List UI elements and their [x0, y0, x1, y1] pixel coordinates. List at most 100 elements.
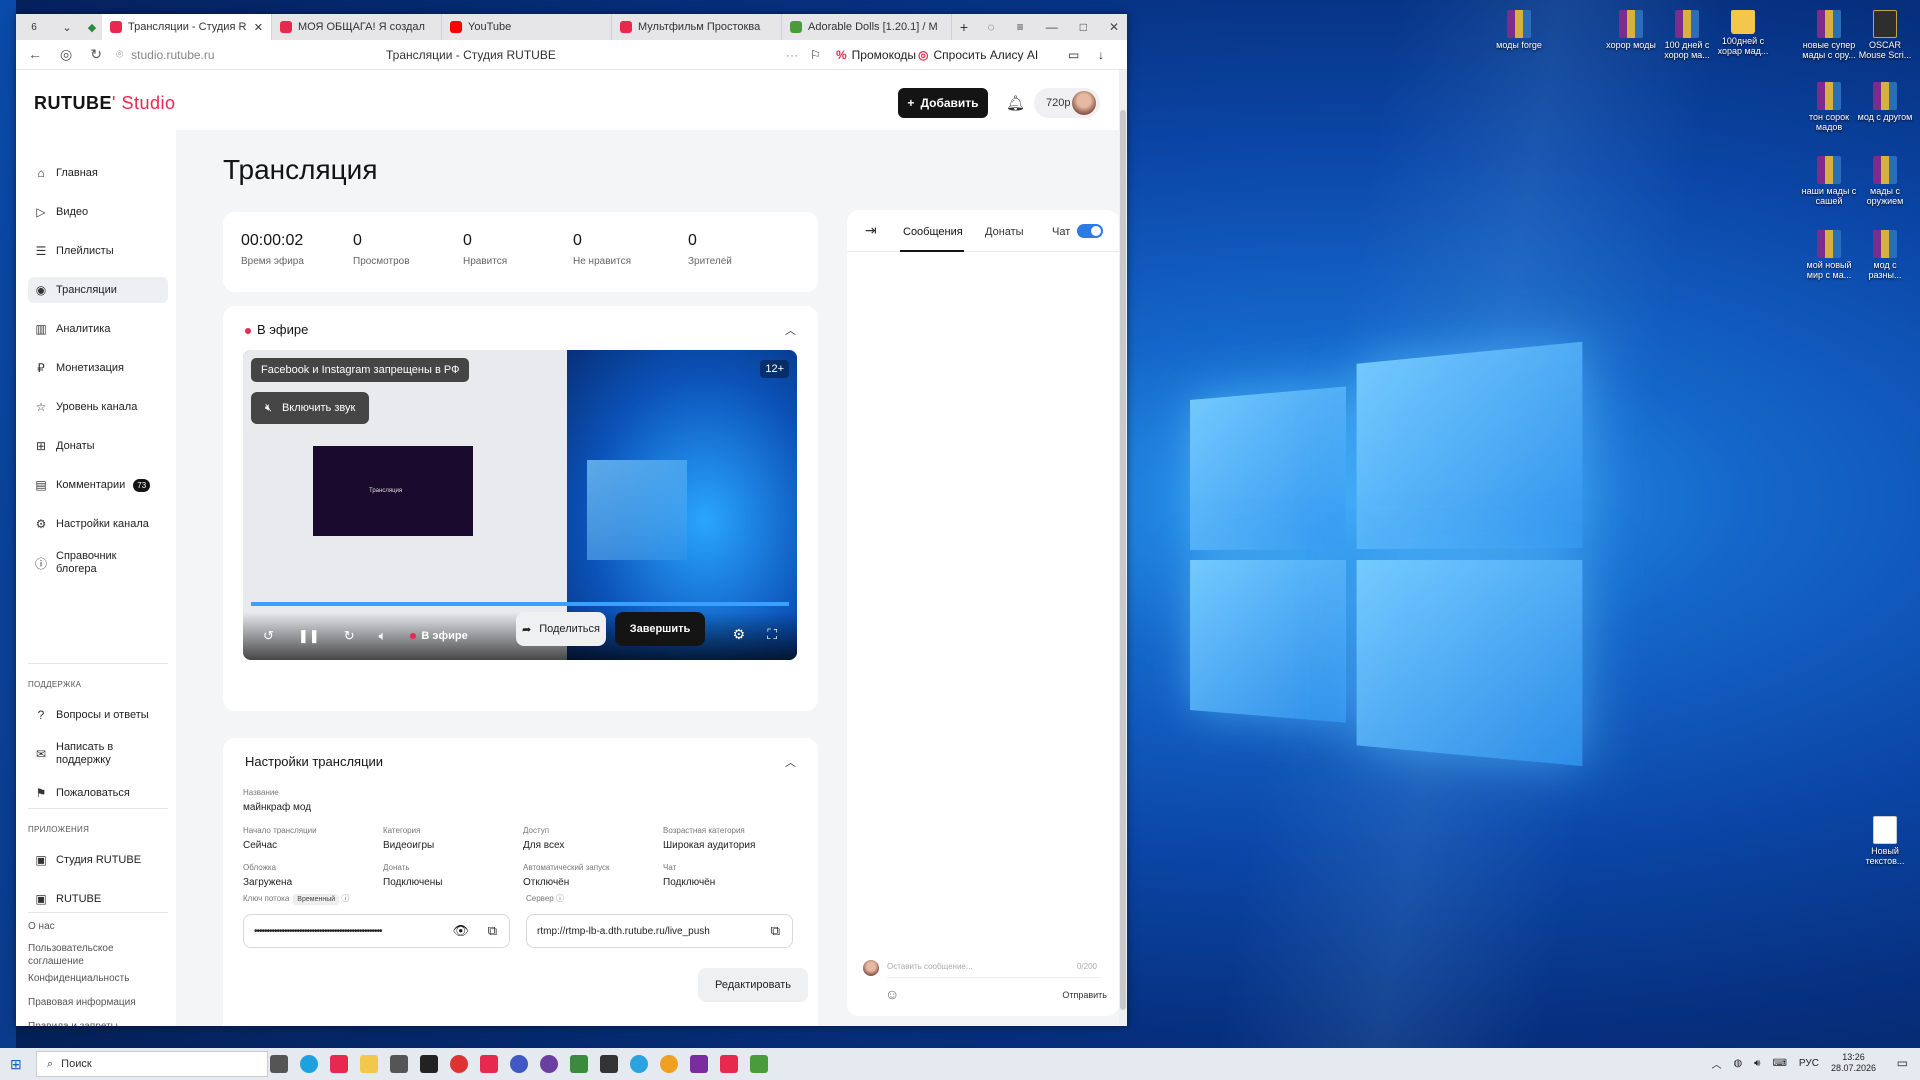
download-icon[interactable]: ↓ [1098, 45, 1104, 65]
mail-icon[interactable] [390, 1055, 408, 1073]
maximize-icon[interactable]: □ [1080, 20, 1087, 34]
desktop-icon[interactable]: наши мады с сашей [1800, 156, 1858, 206]
sidebar-item[interactable]: ▤ Комментарии 73 [28, 472, 168, 498]
app-icon[interactable] [420, 1055, 438, 1073]
browser-tab[interactable]: Мультфильм Простоквa [612, 14, 782, 40]
copy-icon[interactable]: ⧉ [488, 923, 497, 939]
sidebar-item[interactable]: ⓘ Справочник блогера [28, 550, 168, 576]
tab-donates[interactable]: Донаты [985, 226, 1024, 238]
chat-toggle[interactable] [1077, 224, 1103, 238]
sidebar-item[interactable]: ☰ Плейлисты [28, 238, 168, 264]
desktop-icon[interactable]: OSCAR Mouse Scri... [1856, 10, 1914, 60]
taskbar-search[interactable]: ⌕ Поиск [36, 1051, 268, 1077]
sidebar-item[interactable]: ▣ RUTUBE [28, 886, 168, 912]
shield-icon[interactable]: ◆ [82, 21, 102, 34]
sidebar-item[interactable]: ◉ Трансляции [28, 277, 168, 303]
clock[interactable]: 13:26 28.07.2026 [1831, 1052, 1876, 1074]
lang-indicator[interactable]: РУС [1799, 1058, 1819, 1069]
footer-link[interactable]: Правила и запреты [28, 1020, 148, 1026]
yandex-browser-icon[interactable] [480, 1055, 498, 1073]
task-view-icon[interactable] [270, 1055, 288, 1073]
footer-link[interactable]: Правовая информация [28, 996, 148, 1009]
edge-icon[interactable] [300, 1055, 318, 1073]
fullscreen-icon[interactable]: ⛶ [767, 626, 777, 643]
rutube-studio-logo[interactable]: RUTUBE' Studio [34, 93, 176, 114]
chrome-icon[interactable] [660, 1055, 678, 1073]
pause-icon[interactable]: ❚❚ [298, 628, 320, 644]
desktop-icon[interactable]: 100дней с хорар мад... [1714, 10, 1772, 56]
stream-key-input[interactable]: ••••••••••••••••••••••••••••••••••••••••… [243, 914, 510, 948]
telegram-icon[interactable] [630, 1055, 648, 1073]
bookmark-icon[interactable]: ⚐ [810, 45, 821, 65]
desktop-icon[interactable]: мод с разны... [1856, 230, 1914, 280]
minecraft-icon[interactable] [570, 1055, 588, 1073]
tab-list-icon[interactable]: ⌄ [52, 21, 82, 34]
yandex-icon[interactable] [330, 1055, 348, 1073]
sidebar-item[interactable]: ⌂ Главная [28, 160, 168, 186]
desktop-icon[interactable]: мой новый мир с ма... [1800, 230, 1858, 280]
sidebar-item[interactable]: ₽ Монетизация [28, 355, 168, 381]
browser-tab[interactable]: YouTube [442, 14, 612, 40]
sidebar-item[interactable]: ▥ Аналитика [28, 316, 168, 342]
minecraft-launcher-icon[interactable] [750, 1055, 768, 1073]
more-icon[interactable]: ··· [786, 45, 798, 65]
desktop-icon[interactable]: мод с другом [1856, 82, 1914, 122]
tab-close-icon[interactable]: ✕ [254, 21, 263, 34]
network-icon[interactable]: ◍ [1733, 1058, 1742, 1069]
app-icon[interactable] [450, 1055, 468, 1073]
url-field[interactable]: studio.rutube.ru [131, 48, 214, 62]
share-button[interactable]: ➦ Поделиться [516, 612, 606, 646]
progress-bar[interactable] [251, 602, 789, 606]
sidebar-item[interactable]: ✉ Написать в поддержку [28, 741, 168, 767]
collapse-icon[interactable]: ︿ [785, 754, 796, 770]
sidebar-item[interactable]: ☆ Уровень канала [28, 394, 168, 420]
rewind-10-icon[interactable]: ↺ [263, 628, 274, 644]
tray-chevron-icon[interactable]: ︿ [1711, 1056, 1721, 1071]
add-button[interactable]: + Добавить [898, 88, 988, 118]
profile-icon[interactable]: ◌ [988, 20, 995, 34]
finish-button[interactable]: Завершить [615, 612, 705, 646]
volume-icon[interactable]: 🔊︎ [1754, 1058, 1760, 1069]
sidebar-item[interactable]: ⚑ Пожаловаться [28, 780, 168, 806]
edit-button[interactable]: Редактировать [698, 968, 808, 1002]
obs-icon[interactable] [690, 1055, 708, 1073]
footer-link[interactable]: Пользовательское соглашение [28, 942, 148, 968]
close-icon[interactable]: ✕ [1109, 20, 1119, 34]
avatar[interactable] [1072, 91, 1096, 115]
settings-gear-icon[interactable]: ⚙ [733, 626, 746, 643]
footer-link[interactable]: Конфиденциальность [28, 972, 148, 985]
copy-icon[interactable]: ⧉ [771, 923, 780, 939]
send-button[interactable]: Отправить [1062, 990, 1107, 1000]
sidebar-item[interactable]: ▷ Видео [28, 199, 168, 225]
quality-avatar-pill[interactable]: 720p [1034, 88, 1100, 118]
browser-tab[interactable]: МОЯ ОБЩАГА! Я создал [272, 14, 442, 40]
sidebar-icon[interactable]: ▭ [1068, 45, 1079, 65]
alice-button[interactable]: ◎ Спросить Алису AI [918, 45, 1038, 65]
keyboard-icon[interactable]: ⌨ [1772, 1058, 1786, 1069]
reload-icon[interactable]: ↻ [90, 46, 102, 63]
chat-message-input[interactable]: Оставить сообщение... 0/200 [887, 956, 1101, 978]
back-icon[interactable]: ← [28, 46, 42, 63]
unmute-button[interactable]: 🔇︎ Включить звук [251, 392, 370, 424]
sidebar-item[interactable]: ⊞ Донаты [28, 433, 168, 459]
explorer-icon[interactable] [360, 1055, 378, 1073]
footer-link[interactable]: О нас [28, 920, 148, 933]
desktop-icon[interactable]: 100 дней с хорор ма... [1658, 10, 1716, 60]
browser-tab[interactable]: Трансляции - Студия R ✕ [102, 14, 272, 40]
menu-icon[interactable]: ≡ [1017, 20, 1024, 34]
promo-button[interactable]: % Промокоды [836, 45, 916, 65]
bell-icon[interactable]: 🔔︎ [1006, 94, 1025, 112]
app-icon[interactable] [510, 1055, 528, 1073]
collapse-icon[interactable]: ︿ [785, 322, 796, 338]
new-tab-icon[interactable]: + [952, 19, 976, 35]
collapse-chat-icon[interactable]: ⇥ [865, 222, 877, 239]
sidebar-item[interactable]: ? Вопросы и ответы [28, 702, 168, 728]
desktop-icon[interactable]: моды forge [1490, 10, 1548, 50]
browser-tab[interactable]: Adorable Dolls [1.20.1] / M [782, 14, 952, 40]
desktop-icon[interactable]: мады с оружием [1856, 156, 1914, 206]
minimize-icon[interactable]: — [1046, 20, 1058, 34]
desktop-icon[interactable]: тон сорок мадов [1800, 82, 1858, 132]
tab-messages[interactable]: Сообщения [903, 226, 963, 238]
app-icon[interactable] [540, 1055, 558, 1073]
volume-muted-icon[interactable]: 🔈︎ [379, 628, 387, 644]
